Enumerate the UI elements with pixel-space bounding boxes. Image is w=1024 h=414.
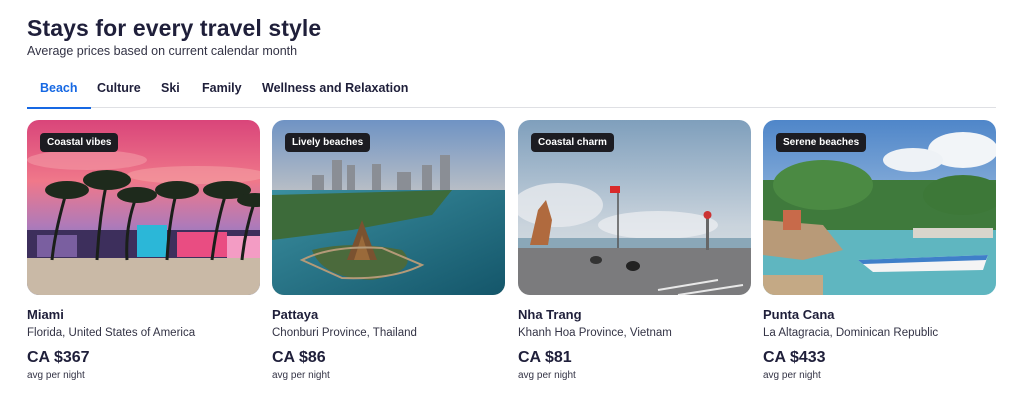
destination-card-nha-trang[interactable]: Coastal charm Nha Trang Khanh Hoa Provin… xyxy=(518,120,751,390)
destination-name: Nha Trang xyxy=(518,307,582,322)
price-unit: avg per night xyxy=(763,370,821,381)
punta-cana-photo: Serene beaches xyxy=(763,120,996,295)
destination-region: La Altagracia, Dominican Republic xyxy=(763,327,939,339)
destination-name: Punta Cana xyxy=(763,307,835,322)
destination-name: Pattaya xyxy=(272,307,319,322)
card-badge: Lively beaches xyxy=(285,133,371,152)
destination-card-miami[interactable]: Coastal vibes Miami Florida, United Stat… xyxy=(27,120,260,390)
section-title: Stays for every travel style xyxy=(27,15,322,41)
destination-region: Florida, United States of America xyxy=(27,327,196,339)
destination-card-pattaya[interactable]: Lively beaches Pattaya Chonburi Province… xyxy=(272,120,505,390)
tab-family[interactable]: Family xyxy=(189,72,255,108)
travel-style-tabs: Beach Culture Ski Family Wellness and Re… xyxy=(27,72,996,109)
price-unit: avg per night xyxy=(272,370,330,381)
destination-cards: Coastal vibes Miami Florida, United Stat… xyxy=(27,120,996,390)
pattaya-photo: Lively beaches xyxy=(272,120,505,295)
price-unit: avg per night xyxy=(27,370,85,381)
tab-ski[interactable]: Ski xyxy=(148,72,193,108)
destination-region: Chonburi Province, Thailand xyxy=(272,327,417,339)
destination-price: CA $86 xyxy=(272,349,326,366)
miami-photo: Coastal vibes xyxy=(27,120,260,295)
destination-price: CA $367 xyxy=(27,349,90,366)
section-subtitle: Average prices based on current calendar… xyxy=(27,44,298,58)
tab-wellness-and-relaxation[interactable]: Wellness and Relaxation xyxy=(249,72,421,108)
destination-price: CA $433 xyxy=(763,349,826,366)
nha-trang-photo: Coastal charm xyxy=(518,120,751,295)
destination-region: Khanh Hoa Province, Vietnam xyxy=(518,327,672,339)
card-badge: Coastal charm xyxy=(531,133,614,152)
price-unit: avg per night xyxy=(518,370,576,381)
destination-card-punta-cana[interactable]: Serene beaches Punta Cana La Altagracia,… xyxy=(763,120,996,390)
card-badge: Serene beaches xyxy=(776,133,867,152)
destination-name: Miami xyxy=(27,307,64,322)
tab-beach[interactable]: Beach xyxy=(27,72,91,109)
destination-price: CA $81 xyxy=(518,349,572,366)
card-badge: Coastal vibes xyxy=(40,133,119,152)
tab-culture[interactable]: Culture xyxy=(84,72,154,108)
